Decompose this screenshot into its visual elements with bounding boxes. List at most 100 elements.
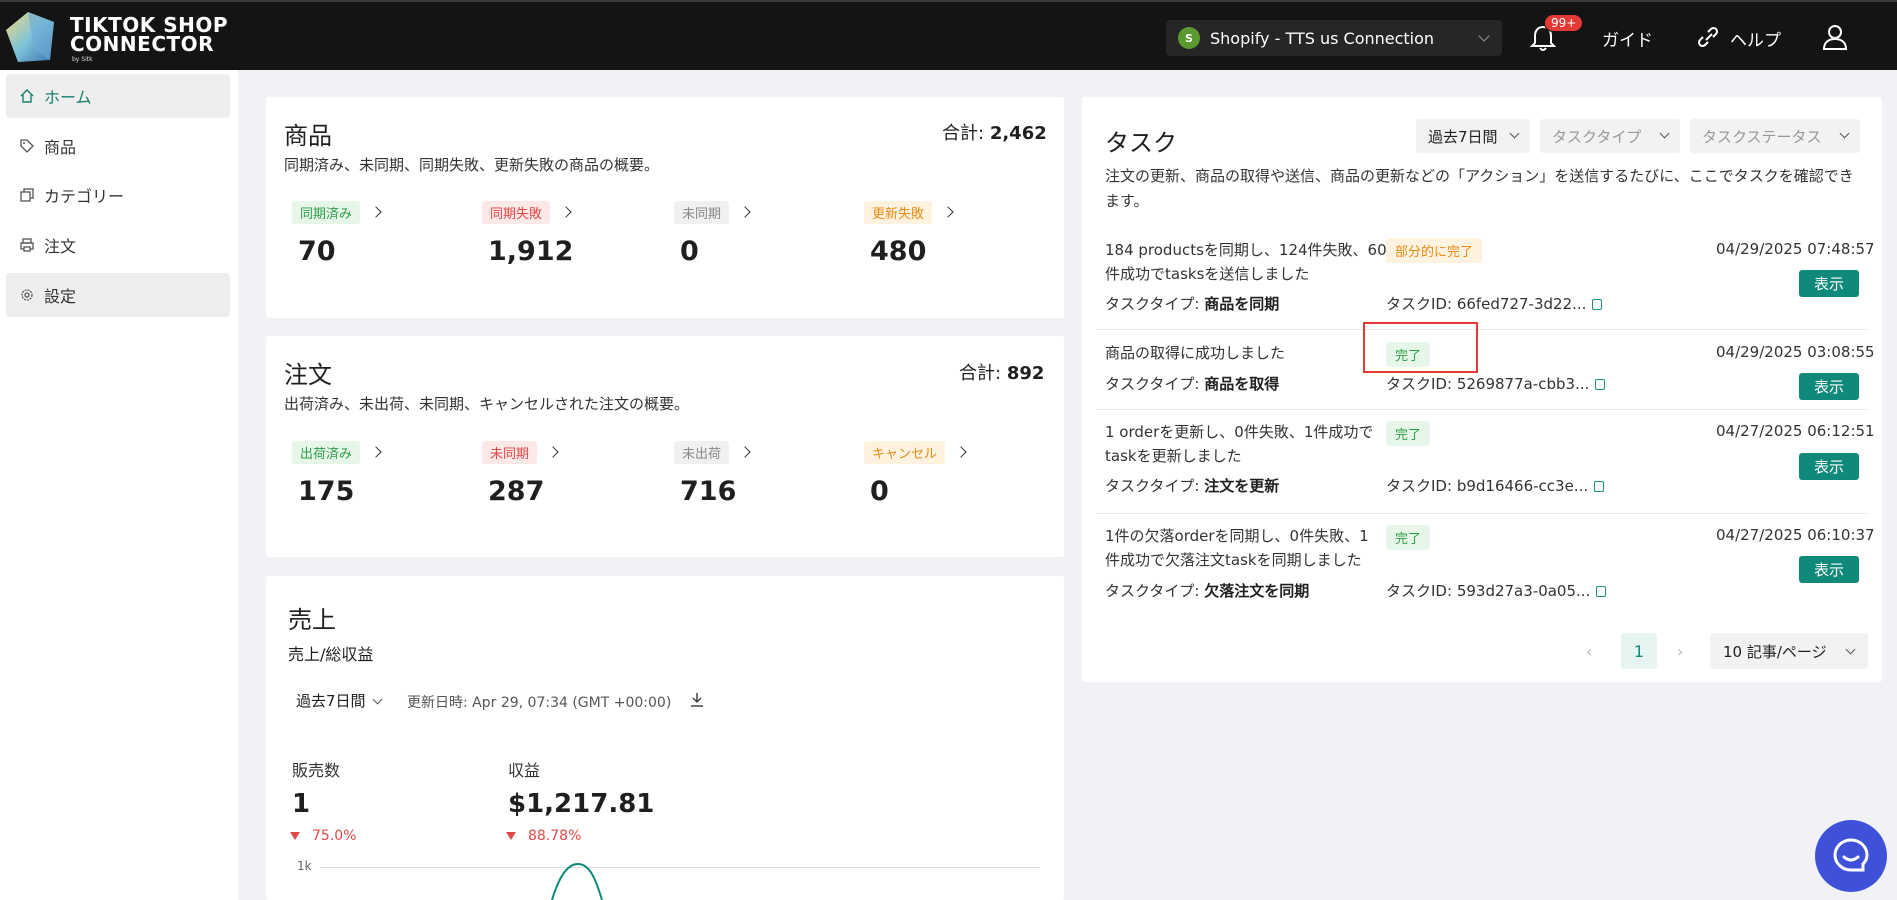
task-id-label: タスクID:: [1386, 582, 1453, 600]
sidebar-item-label: 商品: [44, 138, 77, 157]
task-id-value: b9d16466-cc3e...: [1456, 477, 1589, 495]
connection-select[interactable]: S Shopify - TTS us Connection: [1166, 20, 1502, 56]
sales-title: 売上: [288, 606, 336, 634]
user-icon[interactable]: [1822, 24, 1848, 50]
download-icon[interactable]: [690, 692, 704, 708]
sales-period-select[interactable]: 過去7日間: [296, 690, 383, 711]
period-label: 過去7日間: [296, 692, 366, 710]
chevron-right-icon: [547, 445, 559, 458]
home-icon: [20, 89, 34, 103]
task-status-badge: 部分的に完了: [1386, 238, 1483, 263]
total-label: 合計:: [942, 123, 985, 144]
orders-title: 注文: [284, 361, 332, 389]
stat-value: 0: [870, 476, 889, 507]
products-stat-unsynced[interactable]: 未同期 0: [674, 201, 751, 267]
sales-subtitle: 売上/総収益: [288, 645, 374, 664]
total-label: 合計:: [959, 363, 1002, 384]
copy-icon[interactable]: [1595, 379, 1606, 390]
products-stat-sync-failed[interactable]: 同期失敗 1,912: [482, 201, 573, 267]
task-status-badge: 完了: [1386, 421, 1431, 446]
task-text-line1: 商品の取得に成功しました: [1105, 344, 1286, 362]
task-type-value: 商品を取得: [1204, 375, 1280, 393]
pager-page-1[interactable]: 1: [1621, 633, 1657, 669]
gear-icon: [21, 289, 33, 301]
help-link[interactable]: ヘルプ: [1730, 26, 1781, 51]
tasks-period-filter[interactable]: 過去7日間: [1416, 119, 1530, 153]
orders-stat-unshipped[interactable]: 未出荷 716: [674, 441, 751, 507]
orders-stat-unsynced[interactable]: 未同期 287: [482, 441, 559, 507]
chevron-right-icon: [739, 205, 751, 218]
tag-icon: [20, 139, 34, 153]
shopify-icon: S: [1178, 27, 1200, 49]
view-button[interactable]: 表示: [1799, 453, 1859, 480]
sidebar-item-settings[interactable]: 設定: [6, 273, 230, 317]
stat-value: 70: [298, 236, 336, 267]
connection-label: Shopify - TTS us Connection: [1210, 28, 1435, 48]
delta-value: 88.78%: [528, 828, 582, 844]
task-type-value: 商品を同期: [1204, 295, 1280, 313]
task-text-line1: 1 orderを更新し、0件失敗、1件成功で: [1105, 423, 1374, 441]
chevron-down-icon: [1845, 644, 1856, 655]
sidebar-item-products[interactable]: 商品: [6, 124, 230, 168]
orders-total: 合計: 892: [959, 359, 1044, 385]
tasks-status-filter[interactable]: タスクステータス: [1690, 119, 1860, 153]
sidebar-item-label: 設定: [44, 287, 77, 306]
tasks-desc: 注文の更新、商品の取得や送信、商品の更新などの「アクション」を送信するたびに、こ…: [1105, 167, 1854, 210]
task-text-line2: 件成功でtasksを送信しました: [1105, 265, 1310, 283]
page-size-label: 10 記事/ページ: [1723, 642, 1827, 661]
sidebar-item-home[interactable]: ホーム: [6, 74, 230, 118]
task-id-label: タスクID:: [1386, 295, 1453, 313]
task-id: タスクID: 593d27a3-0a05...: [1386, 580, 1607, 601]
chat-button[interactable]: [1815, 820, 1887, 892]
task-type: タスクタイプ: 注文を更新: [1105, 475, 1279, 496]
task-date: 04/29/2025 03:08:55: [1716, 343, 1875, 361]
products-title: 商品: [284, 122, 332, 150]
products-stat-synced[interactable]: 同期済み 70: [292, 201, 382, 267]
products-stat-update-failed[interactable]: 更新失敗 480: [864, 201, 954, 267]
page-size-select[interactable]: 10 記事/ページ: [1710, 633, 1868, 669]
stat-value: 716: [680, 476, 737, 507]
printer-icon: [20, 238, 34, 252]
task-type: タスクタイプ: 商品を同期: [1105, 293, 1279, 314]
filter-label: 過去7日間: [1428, 127, 1498, 146]
task-text-line2: 件成功で欠落注文taskを同期しました: [1105, 551, 1362, 569]
revenue-delta: 88.78%: [506, 828, 581, 844]
filter-label: タスクタイプ: [1552, 127, 1642, 146]
copy-icon[interactable]: [1592, 299, 1603, 310]
task-text-line2: taskを更新しました: [1105, 447, 1242, 465]
chevron-right-icon: [560, 205, 572, 218]
chevron-down-icon: [1509, 128, 1520, 139]
guide-link[interactable]: ガイド: [1602, 26, 1653, 51]
task-id-label: タスクID:: [1386, 477, 1453, 495]
status-tag: 未同期: [674, 201, 730, 224]
copy-icon: [20, 188, 34, 202]
delta-value: 75.0%: [312, 828, 357, 844]
view-button[interactable]: 表示: [1799, 373, 1859, 400]
chevron-down-icon: [1659, 128, 1670, 139]
task-type-value: 欠落注文を同期: [1204, 582, 1310, 600]
copy-icon[interactable]: [1596, 586, 1607, 597]
down-triangle-icon: [290, 832, 300, 840]
view-button[interactable]: 表示: [1799, 556, 1859, 583]
copy-icon[interactable]: [1594, 481, 1605, 492]
view-button[interactable]: 表示: [1799, 270, 1859, 297]
orders-stat-cancelled[interactable]: キャンセル 0: [864, 441, 967, 507]
logo-text: TIKTOK SHOP CONNECTOR: [70, 15, 228, 54]
chevron-down-icon: [1839, 128, 1850, 139]
chevron-right-icon: [370, 205, 382, 218]
pager-prev-button[interactable]: ‹: [1586, 642, 1592, 661]
tasks-type-filter[interactable]: タスクタイプ: [1540, 119, 1680, 153]
units-delta: 75.0%: [290, 828, 356, 844]
sidebar-item-categories[interactable]: カテゴリー: [6, 173, 230, 217]
filter-label: タスクステータス: [1702, 127, 1822, 146]
status-tag: 更新失敗: [864, 201, 933, 224]
orders-stat-shipped[interactable]: 出荷済み 175: [292, 441, 382, 507]
chevron-right-icon: [955, 445, 967, 458]
sidebar-item-orders[interactable]: 注文: [6, 223, 230, 267]
pager-next-button[interactable]: ›: [1677, 642, 1683, 661]
stat-value: 287: [488, 476, 545, 507]
status-tag: 未出荷: [674, 441, 730, 464]
task-description: 1件の欠落orderを同期し、0件失敗、1 件成功で欠落注文taskを同期しまし…: [1105, 524, 1369, 572]
task-text-line1: 184 productsを同期し、124件失敗、60: [1105, 241, 1387, 259]
task-date: 04/29/2025 07:48:57: [1716, 240, 1875, 258]
